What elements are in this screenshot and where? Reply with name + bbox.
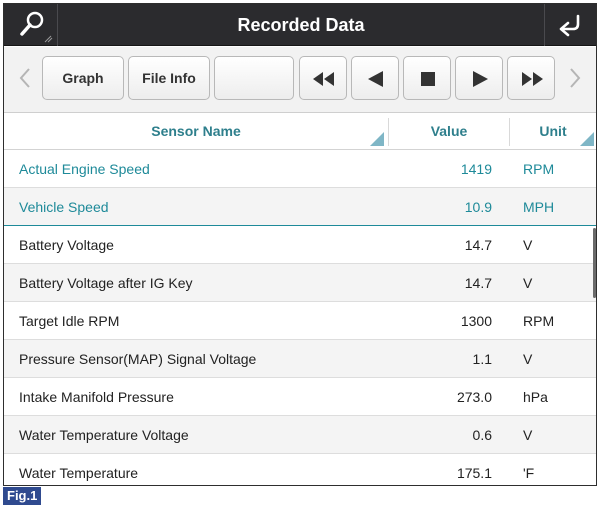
fast-forward-icon	[522, 72, 543, 86]
recorded-data-screen: Recorded Data Graph File Info Sensor Nam…	[3, 3, 597, 486]
play-button[interactable]	[455, 56, 503, 100]
sensor-value: 175.1	[456, 465, 492, 481]
table-row[interactable]: Vehicle Speed 10.9 MPH	[4, 188, 596, 226]
sensor-value: 14.7	[464, 237, 492, 253]
table-row[interactable]: Battery Voltage after IG Key 14.7 V	[4, 264, 596, 302]
sensor-value: 1300	[460, 313, 492, 329]
column-header-value[interactable]: Value	[389, 114, 509, 150]
scroll-right-button[interactable]	[560, 56, 590, 100]
graph-button[interactable]: Graph	[42, 56, 124, 100]
sensor-value: 1.1	[472, 351, 492, 367]
sensor-name: Water Temperature Voltage	[19, 427, 189, 443]
sensor-unit: MPH	[523, 199, 555, 215]
sort-triangle-icon	[370, 132, 384, 146]
table-row[interactable]: Pressure Sensor(MAP) Signal Voltage 1.1 …	[4, 340, 596, 378]
table-row[interactable]: Water Temperature Voltage 0.6 V	[4, 416, 596, 454]
play-icon	[473, 71, 488, 87]
rewind-button[interactable]	[299, 56, 347, 100]
chevron-left-icon	[19, 68, 30, 88]
sensor-name: Water Temperature	[19, 465, 139, 481]
fast-forward-button[interactable]	[507, 56, 555, 100]
play-reverse-icon	[368, 71, 383, 87]
sensor-name: Battery Voltage after IG Key	[19, 275, 193, 291]
sensor-data-table: Actual Engine Speed 1419 RPM Vehicle Spe…	[4, 150, 596, 485]
vertical-scrollbar[interactable]	[593, 228, 596, 298]
figure-label: Fig.1	[3, 487, 42, 505]
sensor-unit: 'F	[523, 465, 535, 481]
sensor-unit: V	[523, 427, 533, 443]
sensor-unit: V	[523, 351, 533, 367]
table-row[interactable]: Water Temperature 175.1 'F	[4, 454, 596, 485]
scroll-left-button[interactable]	[10, 56, 40, 100]
sensor-name: Pressure Sensor(MAP) Signal Voltage	[19, 351, 257, 367]
table-row[interactable]: Actual Engine Speed 1419 RPM	[4, 150, 596, 188]
table-row[interactable]: Intake Manifold Pressure 273.0 hPa	[4, 378, 596, 416]
search-icon	[20, 11, 53, 43]
sensor-value: 14.7	[464, 275, 492, 291]
sensor-name: Battery Voltage	[19, 237, 114, 253]
stop-icon	[421, 72, 435, 86]
sensor-unit: hPa	[523, 389, 548, 405]
sensor-value: 273.0	[456, 389, 492, 405]
stop-button[interactable]	[403, 56, 451, 100]
title-bar: Recorded Data	[4, 4, 596, 46]
sensor-unit: RPM	[523, 313, 555, 329]
table-row[interactable]: Target Idle RPM 1300 RPM	[4, 302, 596, 340]
fast-rewind-icon	[313, 72, 334, 86]
sensor-name: Actual Engine Speed	[19, 161, 150, 177]
table-row[interactable]: Battery Voltage 14.7 V	[4, 226, 596, 264]
file-info-button[interactable]: File Info	[128, 56, 210, 100]
back-button[interactable]	[544, 4, 596, 46]
table-header: Sensor Name Value Unit	[4, 114, 596, 150]
sensor-value: 0.6	[472, 427, 492, 443]
sensor-unit: V	[523, 237, 533, 253]
playback-toolbar: Graph File Info	[4, 47, 596, 113]
return-arrow-icon	[559, 14, 580, 37]
sort-triangle-icon	[580, 132, 594, 146]
sensor-unit: V	[523, 275, 533, 291]
sensor-name: Intake Manifold Pressure	[19, 389, 174, 405]
sensor-value: 1419	[460, 161, 492, 177]
sensor-unit: RPM	[523, 161, 555, 177]
column-header-sensor-name[interactable]: Sensor Name	[4, 114, 388, 150]
blank-button[interactable]	[214, 56, 294, 100]
sensor-name: Target Idle RPM	[19, 313, 120, 329]
page-title: Recorded Data	[237, 15, 365, 35]
sensor-value: 10.9	[464, 199, 492, 215]
chevron-right-icon	[570, 68, 581, 88]
search-button[interactable]	[4, 4, 58, 46]
sensor-name: Vehicle Speed	[19, 199, 109, 215]
step-back-button[interactable]	[351, 56, 399, 100]
